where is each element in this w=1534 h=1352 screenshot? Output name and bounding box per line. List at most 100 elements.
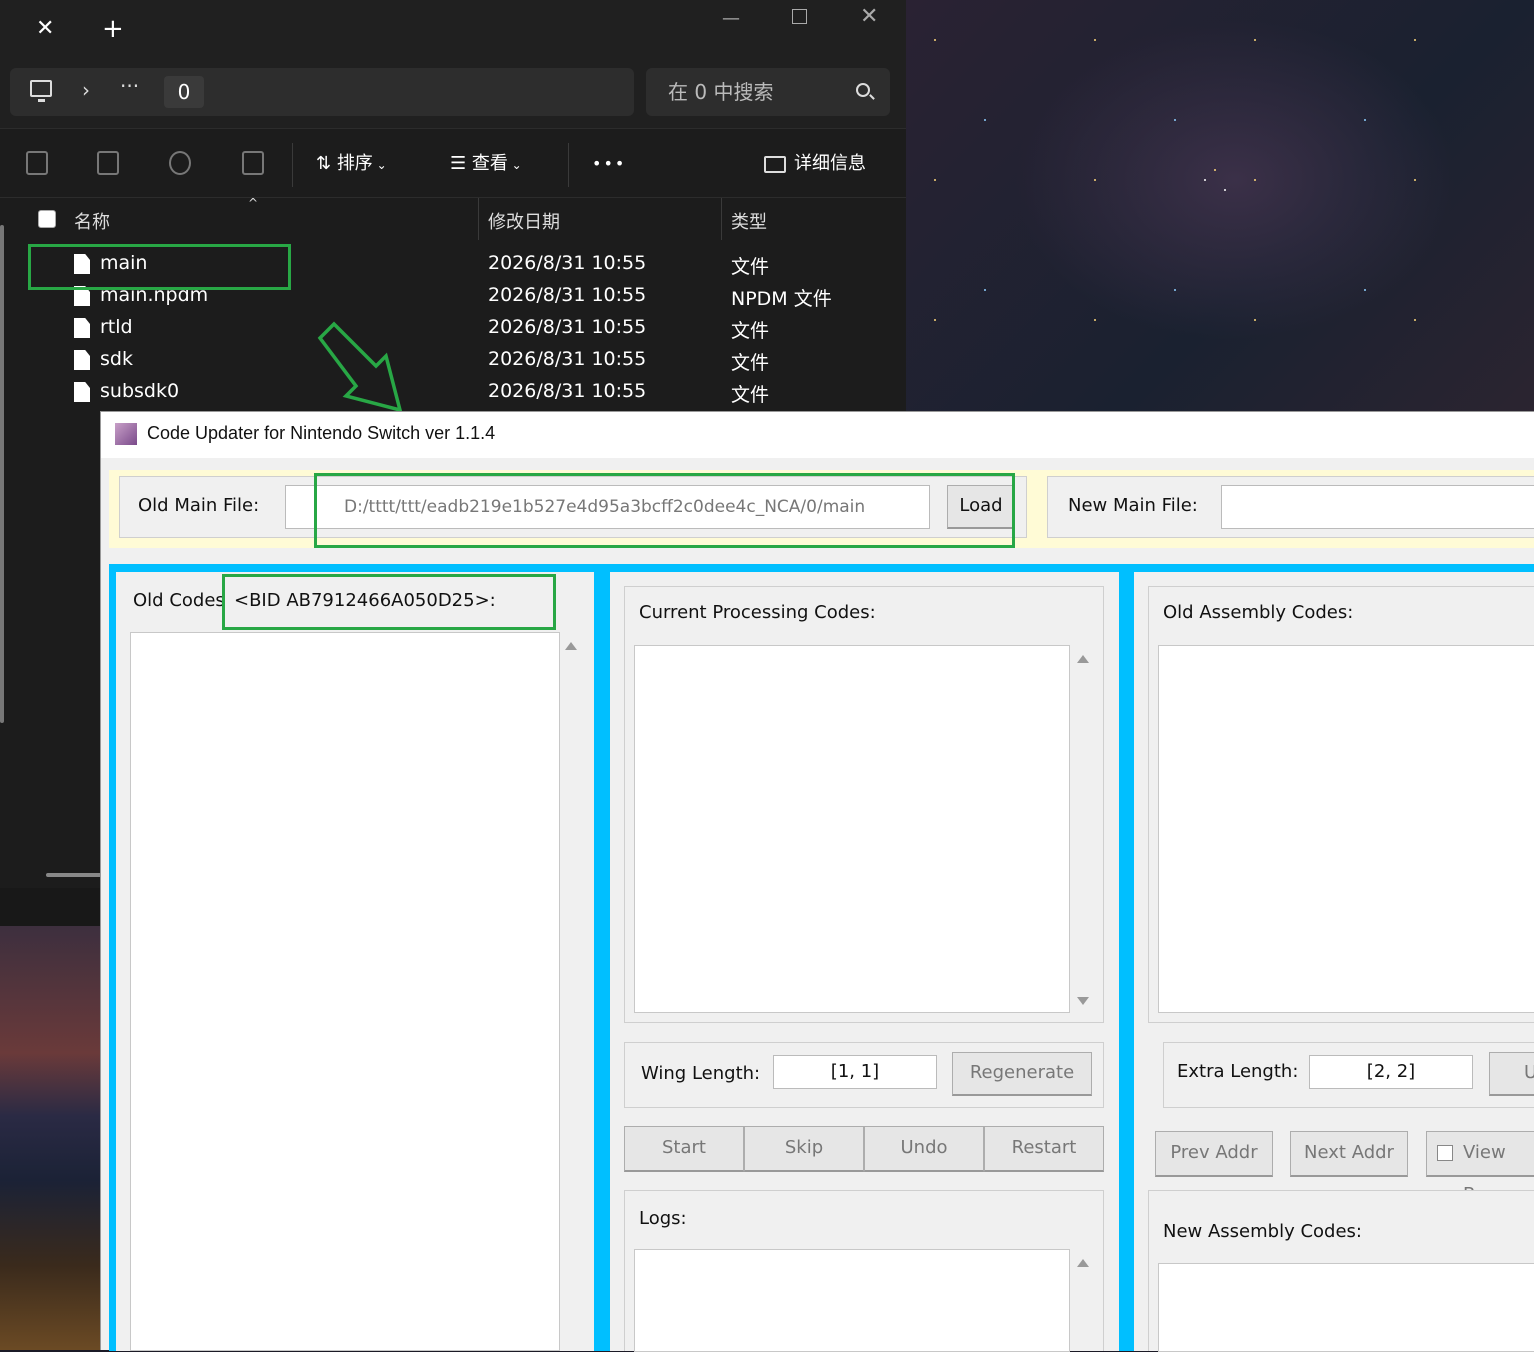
next-addr-button[interactable]: Next Addr [1290,1131,1408,1177]
view-button[interactable]: ☰ 查看 ⌄ [450,151,522,177]
highlight-bid [222,574,556,630]
minimize-icon[interactable]: — [722,8,740,29]
sort-chevron-up-icon: ^ [248,196,259,210]
sort-button[interactable]: ⇅ 排序 ⌄ [316,151,387,177]
column-name-header[interactable]: 名称 [74,208,110,234]
pointer-arrow-icon [317,321,403,413]
regenerate-button[interactable]: Regenerate [952,1052,1092,1096]
file-name: subsdk0 [100,380,180,402]
close-window-icon[interactable]: ✕ [860,4,878,29]
chevron-right-icon[interactable]: › [82,78,90,102]
start-button[interactable]: Start [624,1126,744,1172]
scroll-up-icon[interactable] [1077,655,1089,663]
breadcrumb-folder[interactable]: 0 [164,76,204,108]
file-icon [74,350,90,370]
logs-list[interactable] [634,1249,1070,1352]
assembly-panel: Old Assembly Codes: Extra Length: [2, 2]… [1134,572,1534,1352]
chevron-down-icon: ⌄ [507,158,522,172]
toolbar-divider [292,143,293,187]
toolbar-divider [568,143,569,187]
details-pane-icon [764,155,786,173]
delete-icon[interactable] [242,151,264,175]
extra-length-group: Extra Length: [2, 2] U [1163,1042,1534,1108]
rename-icon[interactable] [97,151,119,175]
file-type: NPDM 文件 [731,288,832,310]
restart-button[interactable]: Restart [984,1126,1104,1172]
file-type: 文件 [731,352,770,374]
file-date: 2026/8/31 10:55 [488,316,647,338]
current-processing-list[interactable] [634,645,1070,1013]
sort-label: 排序 [336,153,373,174]
sort-icon: ⇅ [316,153,337,174]
share-icon[interactable] [169,151,191,175]
scroll-down-icon[interactable] [1077,997,1089,1005]
highlight-main-file [28,244,291,290]
column-type-header[interactable]: 类型 [731,208,767,234]
old-codes-list[interactable] [130,632,560,1351]
new-tab-icon[interactable]: + [102,14,124,44]
highlight-old-main-file [314,473,1015,548]
file-date: 2026/8/31 10:55 [488,252,647,274]
column-header-row: 名称 ^ 修改日期 类型 [0,196,906,242]
extra-length-button[interactable]: U [1489,1052,1534,1096]
processing-panel: Current Processing Codes: Wing Length: [… [610,572,1119,1352]
extra-length-input[interactable]: [2, 2] [1309,1055,1473,1089]
search-placeholder: 在 0 中搜索 [668,80,774,104]
file-name: rtld [100,316,133,338]
file-icon [74,382,90,402]
view-branch-toggle[interactable]: View Bra [1426,1131,1534,1205]
desktop-wallpaper-starfield [905,0,1534,412]
view-branch-checkbox[interactable] [1437,1145,1453,1161]
scroll-up-icon[interactable] [1077,1259,1089,1267]
code-updater-window: Code Updater for Nintendo Switch ver 1.1… [100,411,1534,1352]
search-input[interactable]: 在 0 中搜索 [646,68,890,116]
select-all-checkbox[interactable] [38,210,56,228]
extra-length-label: Extra Length: [1177,1061,1299,1082]
old-assembly-list[interactable] [1158,645,1534,1013]
current-processing-label: Current Processing Codes: [639,602,876,623]
file-row-subsdk0[interactable]: subsdk0 2026/8/31 10:55 文件 [0,378,906,410]
details-pane-button[interactable]: 详细信息 [764,151,866,177]
new-main-file-group: New Main File: [1047,476,1534,538]
old-codes-panel: Old Codes <BID AB7912466A050D25>: [116,572,594,1351]
logs-label: Logs: [639,1208,687,1229]
old-main-file-label: Old Main File: [138,495,260,516]
undo-button[interactable]: Undo [864,1126,984,1172]
desktop-wallpaper-landscape [0,926,102,1350]
file-date: 2026/8/31 10:55 [488,284,647,306]
column-modified-header[interactable]: 修改日期 [488,208,560,234]
skip-button[interactable]: Skip [744,1126,864,1172]
this-pc-icon[interactable] [30,80,52,102]
more-options-icon[interactable]: ••• [592,151,626,177]
command-bar: ⇅ 排序 ⌄ ☰ 查看 ⌄ ••• 详细信息 [0,128,906,198]
address-bar[interactable]: › ··· 0 [10,68,634,116]
old-assembly-group: Old Assembly Codes: [1148,586,1534,1023]
column-divider[interactable] [478,198,479,240]
wing-length-input[interactable]: [1, 1] [773,1055,937,1089]
new-assembly-group: New Assembly Codes: [1148,1190,1534,1352]
explorer-status-area [0,888,102,926]
search-icon[interactable] [856,83,870,97]
file-row-sdk[interactable]: sdk 2026/8/31 10:55 文件 [0,346,906,378]
file-date: 2026/8/31 10:55 [488,380,647,402]
current-processing-group: Current Processing Codes: [624,586,1104,1023]
old-assembly-label: Old Assembly Codes: [1163,602,1354,623]
logs-group: Logs: [624,1190,1104,1352]
more-path-icon[interactable]: ··· [120,74,139,98]
details-label: 详细信息 [794,153,866,174]
horizontal-scrollbar[interactable] [46,873,102,877]
column-divider[interactable] [721,198,722,240]
prev-addr-button[interactable]: Prev Addr [1155,1131,1273,1177]
app-titlebar: Code Updater for Nintendo Switch ver 1.1… [101,412,1534,458]
view-icon: ☰ [450,153,472,174]
new-assembly-label: New Assembly Codes: [1163,1221,1362,1242]
app-logo-icon [115,423,137,445]
tab-close-icon[interactable]: ✕ [36,16,54,41]
file-row-rtld[interactable]: rtld 2026/8/31 10:55 文件 [0,314,906,346]
new-main-file-path-field[interactable] [1221,485,1534,529]
maximize-icon[interactable] [792,9,807,24]
new-assembly-list[interactable] [1158,1263,1534,1352]
tab-bar: ✕ + — ✕ [0,0,906,58]
paste-icon[interactable] [26,151,48,175]
scroll-up-icon[interactable] [565,642,577,650]
